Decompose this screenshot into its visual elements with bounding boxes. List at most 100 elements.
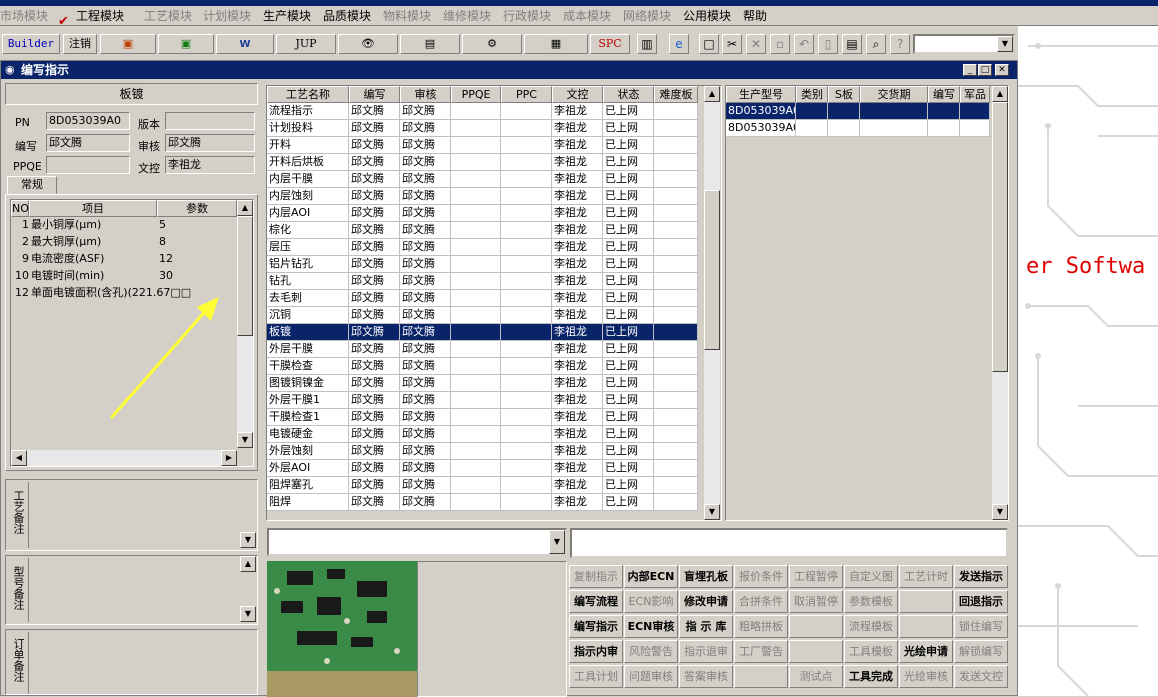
help-icon[interactable]: ? (890, 34, 910, 54)
menu-item-2[interactable]: 工艺模块 (144, 7, 192, 24)
scroll-thumb[interactable] (704, 190, 720, 350)
process-header[interactable]: 编写 (349, 86, 400, 103)
table-row[interactable]: 内层蚀刻 邱文腾 邱文腾 李祖龙 已上网 (267, 188, 698, 205)
action-button[interactable] (899, 590, 953, 613)
menu-item-12[interactable]: 帮助 (743, 7, 767, 24)
undo-icon[interactable]: ↶ (794, 34, 814, 54)
process-vscroll[interactable]: ▲ ▼ (704, 86, 720, 520)
action-button[interactable] (789, 640, 843, 663)
table-row[interactable]: 外层干膜 邱文腾 邱文腾 李祖龙 已上网 (267, 341, 698, 358)
scroll-down-icon[interactable]: ▼ (240, 532, 256, 548)
menu-item-10[interactable]: 网络模块 (623, 7, 671, 24)
menu-item-7[interactable]: 维修模块 (443, 7, 491, 24)
model-header[interactable]: 交货期 (860, 86, 928, 103)
model-header[interactable]: 军品 (960, 86, 990, 103)
model-memo-text[interactable] (28, 558, 240, 622)
process-memo[interactable]: 工艺备注 ▼ (5, 479, 258, 551)
builder-button[interactable]: Builder (2, 34, 60, 54)
action-button[interactable]: 指 示 库 (679, 615, 733, 638)
table-row[interactable]: 去毛刺 邱文腾 邱文腾 李祖龙 已上网 (267, 290, 698, 307)
maximize-button[interactable]: □ (978, 64, 992, 76)
action-button[interactable]: 指示内审 (569, 640, 623, 663)
action-button[interactable] (899, 615, 953, 638)
action-button[interactable]: 修改申请 (679, 590, 733, 613)
tab-general[interactable]: 常规 (7, 176, 57, 194)
doc-control-field[interactable]: 李祖龙 (165, 156, 255, 174)
table-row[interactable]: 干膜检查 邱文腾 邱文腾 李祖龙 已上网 (267, 358, 698, 375)
action-button[interactable]: 锁住编写 (954, 615, 1008, 638)
table-row[interactable]: 8D053039A0 (726, 120, 990, 137)
action-button[interactable]: 编写指示 (569, 615, 623, 638)
param-header[interactable]: NO (11, 200, 29, 217)
process-header[interactable]: 文控 (552, 86, 603, 103)
process-header[interactable]: 难度板 (654, 86, 698, 103)
scroll-down-icon[interactable]: ▼ (704, 504, 720, 520)
cut-icon[interactable]: ✂ (722, 34, 742, 54)
action-button[interactable]: 光绘申请 (899, 640, 953, 663)
table-row[interactable]: 层压 邱文腾 邱文腾 李祖龙 已上网 (267, 239, 698, 256)
menu-item-6[interactable]: 物料模块 (383, 7, 431, 24)
action-button[interactable]: 盲埋孔板 (679, 565, 733, 588)
find-icon[interactable]: ⌕ (866, 34, 886, 54)
version-field[interactable] (165, 112, 255, 130)
table-row[interactable]: 干膜检查1 邱文腾 邱文腾 李祖龙 已上网 (267, 409, 698, 426)
model-header[interactable]: 生产型号 (726, 86, 796, 103)
table-row[interactable]: 内层干膜 邱文腾 邱文腾 李祖龙 已上网 (267, 171, 698, 188)
action-button[interactable]: 复制指示 (569, 565, 623, 588)
table-row[interactable]: 阻焊塞孔 邱文腾 邱文腾 李祖龙 已上网 (267, 477, 698, 494)
process-header[interactable]: PPQE (451, 86, 501, 103)
delete-icon[interactable]: ✕ (746, 34, 766, 54)
reviewer-field[interactable]: 邱文腾 (165, 134, 255, 152)
process-select[interactable]: ▼ (267, 528, 567, 556)
menu-item-0[interactable]: 市场模块 (0, 7, 48, 24)
action-button[interactable]: 流程模板 (844, 615, 898, 638)
action-button[interactable]: 自定义图 (844, 565, 898, 588)
preview-icon[interactable]: ▯ (818, 34, 838, 54)
table-row[interactable]: 计划投料 邱文腾 邱文腾 李祖龙 已上网 (267, 120, 698, 137)
table-row[interactable]: 棕化 邱文腾 邱文腾 李祖龙 已上网 (267, 222, 698, 239)
action-button[interactable]: 编写流程 (569, 590, 623, 613)
action-button[interactable]: ECN影响 (624, 590, 678, 613)
powerpoint-button[interactable]: ▣ (100, 34, 156, 54)
table-row[interactable]: 1 最小铜厚(μm) 5 (11, 217, 237, 234)
action-button[interactable]: 工具计划 (569, 665, 623, 688)
writer-field[interactable]: 邱文腾 (46, 134, 130, 152)
table-row[interactable]: 沉铜 邱文腾 邱文腾 李祖龙 已上网 (267, 307, 698, 324)
new-icon[interactable]: □ (699, 34, 719, 54)
order-memo-text[interactable] (28, 632, 256, 694)
menu-item-5[interactable]: 品质模块 (323, 7, 371, 24)
action-button[interactable]: 发送文控 (954, 665, 1008, 688)
action-button[interactable]: 报价条件 (734, 565, 788, 588)
scroll-down-icon[interactable]: ▼ (240, 606, 256, 622)
action-button[interactable]: 工程暂停 (789, 565, 843, 588)
action-button[interactable]: 发送指示 (954, 565, 1008, 588)
scroll-up-icon[interactable]: ▲ (240, 556, 256, 572)
scroll-down-icon[interactable]: ▼ (237, 432, 253, 448)
param-header[interactable]: 项目 (29, 200, 157, 217)
table-row[interactable]: 钻孔 邱文腾 邱文腾 李祖龙 已上网 (267, 273, 698, 290)
action-button[interactable]: 取消暂停 (789, 590, 843, 613)
action-button[interactable]: 回退指示 (954, 590, 1008, 613)
table-row[interactable]: 流程指示 邱文腾 邱文腾 李祖龙 已上网 (267, 103, 698, 120)
ppqe-field[interactable] (46, 156, 130, 174)
model-vscroll[interactable]: ▲ ▼ (992, 86, 1008, 520)
chevron-down-icon[interactable]: ▼ (549, 530, 565, 554)
save-icon[interactable]: ▫ (770, 34, 790, 54)
table-row[interactable]: 板镀 邱文腾 邱文腾 李祖龙 已上网 (267, 324, 698, 341)
spc-button[interactable]: SPC (590, 34, 630, 54)
toolbar-combo[interactable]: ▼ (913, 34, 1015, 54)
table-row[interactable]: 8D053039A0 (726, 103, 990, 120)
action-button[interactable]: 粗略拼板 (734, 615, 788, 638)
scroll-up-icon[interactable]: ▲ (704, 86, 720, 102)
table-row[interactable]: 铝片钻孔 邱文腾 邱文腾 李祖龙 已上网 (267, 256, 698, 273)
action-button[interactable] (789, 615, 843, 638)
param-hscroll[interactable]: ◀ ▶ (11, 450, 237, 466)
menu-item-3[interactable]: 计划模块 (203, 7, 251, 24)
order-memo[interactable]: 订单备注 (5, 629, 258, 695)
table-row[interactable]: 电镀硬金 邱文腾 邱文腾 李祖龙 已上网 (267, 426, 698, 443)
param-vscroll[interactable]: ▲ ▼ (237, 200, 253, 448)
action-button[interactable]: 解锁编写 (954, 640, 1008, 663)
menu-item-8[interactable]: 行政模块 (503, 7, 551, 24)
table-row[interactable]: 外层AOI 邱文腾 邱文腾 李祖龙 已上网 (267, 460, 698, 477)
table-row[interactable]: 外层干膜1 邱文腾 邱文腾 李祖龙 已上网 (267, 392, 698, 409)
